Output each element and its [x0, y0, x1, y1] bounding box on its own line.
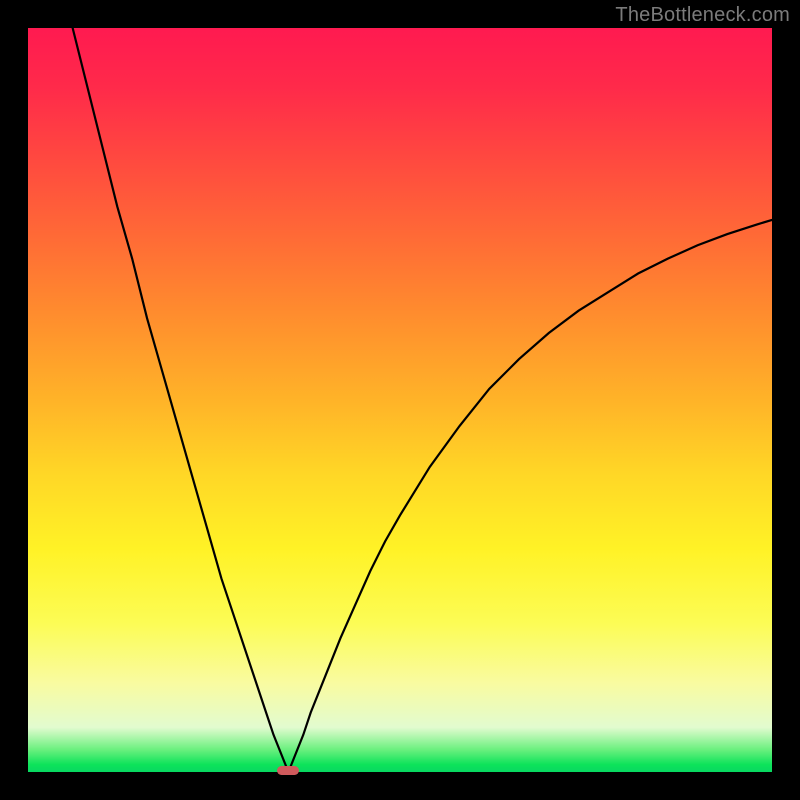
chart-frame: TheBottleneck.com: [0, 0, 800, 800]
minimum-marker: [277, 766, 299, 775]
watermark-text: TheBottleneck.com: [615, 4, 790, 27]
bottleneck-curve: [28, 28, 772, 772]
plot-area: [28, 28, 772, 772]
curve-right-branch: [288, 220, 772, 772]
curve-left-branch: [73, 28, 289, 772]
